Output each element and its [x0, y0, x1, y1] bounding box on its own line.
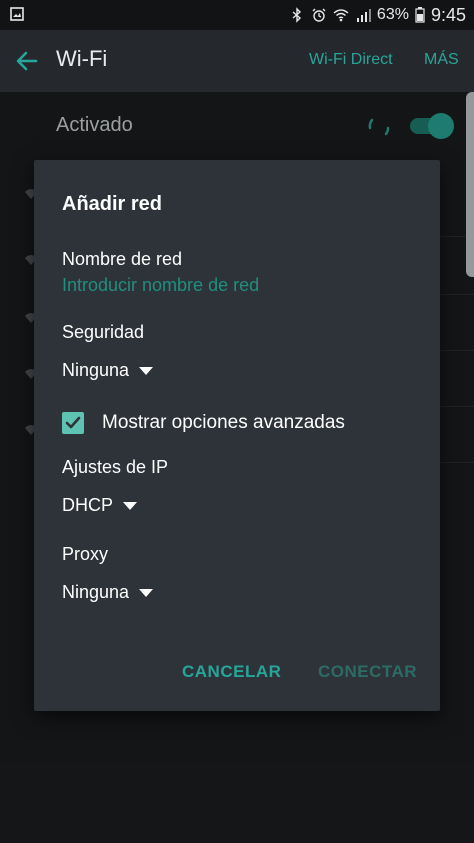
- ip-settings-value: DHCP: [62, 495, 114, 515]
- app-bar: Wi-Fi Wi-Fi Direct MÁS: [0, 30, 474, 92]
- image-icon: [10, 7, 24, 21]
- security-label: Seguridad: [62, 322, 145, 342]
- add-network-dialog: Añadir red Nombre de red Introducir nomb…: [34, 160, 440, 711]
- dropdown-arrow-icon: [139, 588, 154, 597]
- dropdown-arrow-icon: [139, 366, 154, 375]
- dropdown-arrow-icon: [123, 501, 138, 510]
- security-value: Ninguna: [62, 360, 130, 380]
- proxy-value: Ninguna: [62, 582, 130, 602]
- proxy-dropdown[interactable]: Ninguna: [62, 582, 154, 603]
- checkmark-icon: [65, 416, 81, 429]
- security-dropdown[interactable]: Ninguna: [62, 360, 154, 381]
- dialog-title: Añadir red: [62, 193, 163, 215]
- wifi-direct-button[interactable]: Wi-Fi Direct: [309, 51, 393, 69]
- page-title: Wi-Fi: [56, 46, 108, 71]
- bluetooth-icon: [292, 7, 301, 23]
- battery-icon: [415, 7, 425, 23]
- advanced-options-checkbox[interactable]: [62, 412, 84, 434]
- status-bar: 63% 9:45: [0, 0, 474, 30]
- ip-settings-dropdown[interactable]: DHCP: [62, 495, 138, 516]
- connect-button[interactable]: CONECTAR: [318, 662, 417, 682]
- more-button[interactable]: MÁS: [424, 51, 459, 69]
- signal-icon: [356, 9, 371, 22]
- ip-settings-label: Ajustes de IP: [62, 457, 169, 477]
- network-name-label: Nombre de red: [62, 249, 183, 269]
- wifi-icon: [333, 9, 349, 22]
- back-arrow-icon[interactable]: [14, 48, 40, 74]
- proxy-label: Proxy: [62, 544, 109, 564]
- battery-percent: 63%: [376, 6, 409, 23]
- advanced-options-label[interactable]: Mostrar opciones avanzadas: [102, 412, 345, 434]
- network-name-input[interactable]: Introducir nombre de red: [62, 275, 259, 296]
- cancel-button[interactable]: CANCELAR: [182, 662, 281, 682]
- clock: 9:45: [430, 4, 466, 25]
- alarm-icon: [312, 8, 326, 22]
